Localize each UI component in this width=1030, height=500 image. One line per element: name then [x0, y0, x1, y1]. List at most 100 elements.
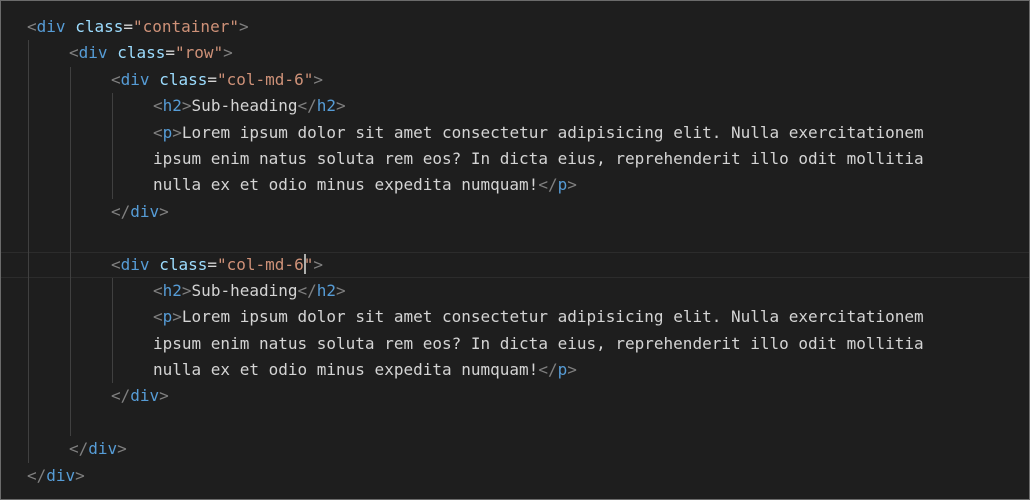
token-punctuation: < — [153, 96, 163, 116]
code-line[interactable] — [1, 225, 1029, 252]
token-tag-name: h2 — [316, 280, 337, 300]
code-line[interactable]: <h2>Sub-heading</h2> — [1, 93, 1029, 120]
code-line[interactable]: </div> — [1, 436, 1029, 463]
indent-guide — [70, 198, 71, 226]
token-tag-name: p — [162, 307, 173, 327]
indent-guide — [112, 357, 113, 384]
token-punctuation: </ — [69, 439, 89, 459]
token-punctuation: < — [111, 69, 121, 89]
code-line-content: </div> — [27, 463, 85, 489]
code-line[interactable]: ipsum enim natus soluta rem eos? In dict… — [1, 330, 1029, 358]
code-lines[interactable]: <div class="container"> <div class="row">… — [1, 14, 1029, 489]
token-punctuation: > — [336, 96, 346, 116]
code-line-content: </div> — [111, 199, 169, 225]
indent-guide — [70, 330, 71, 358]
indent-guide — [70, 225, 71, 252]
token-attribute-value: "row" — [175, 43, 224, 63]
token-punctuation: </ — [111, 201, 131, 221]
token-tag-name: div — [78, 43, 108, 63]
indent-guide — [28, 172, 29, 199]
code-line[interactable]: </div> — [1, 198, 1029, 226]
token-punctuation: > — [313, 254, 323, 274]
token-punctuation: > — [336, 280, 346, 300]
code-line[interactable]: nulla ex et odio minus expedita numquam!… — [1, 357, 1029, 384]
indent-guide — [112, 304, 113, 331]
token-attribute-name: class — [159, 254, 208, 274]
code-line[interactable]: </div> — [1, 383, 1029, 410]
indent-guide — [28, 251, 29, 278]
token-punctuation: > — [159, 386, 169, 406]
code-line-content: ipsum enim natus soluta rem eos? In dict… — [153, 146, 924, 172]
code-line[interactable] — [1, 409, 1029, 437]
token-punctuation: </ — [538, 360, 558, 380]
indent-guide — [112, 172, 113, 199]
code-line-content: <h2>Sub-heading</h2> — [153, 93, 346, 119]
code-line-content: nulla ex et odio minus expedita numquam!… — [153, 357, 577, 383]
code-line[interactable]: ipsum enim natus soluta rem eos? In dict… — [1, 145, 1029, 173]
token-tag-name: div — [130, 386, 160, 406]
code-line-content: </div> — [111, 383, 169, 409]
code-line[interactable]: nulla ex et odio minus expedita numquam!… — [1, 172, 1029, 199]
code-line[interactable]: <div class="row"> — [1, 40, 1029, 67]
code-line-content: <div class="col-md-6"> — [111, 252, 323, 278]
code-line-content: <div class="col-md-6"> — [111, 67, 323, 93]
token-punctuation: < — [111, 254, 121, 274]
indent-guide — [112, 330, 113, 358]
token-tag-name: h2 — [162, 280, 182, 300]
code-line[interactable]: </div> — [1, 463, 1029, 489]
indent-guide — [28, 330, 29, 358]
code-line[interactable]: <h2>Sub-heading</h2> — [1, 277, 1029, 305]
token-equals-sign: = — [165, 43, 175, 63]
token-equals-sign: = — [207, 69, 217, 89]
indent-guide — [70, 251, 71, 278]
token-punctuation: </ — [297, 280, 317, 300]
code-line-content: <p>Lorem ipsum dolor sit amet consectetu… — [153, 120, 924, 146]
token-tag-name: h2 — [316, 96, 337, 116]
indent-guide — [70, 357, 71, 384]
token-tag-name: div — [120, 69, 150, 89]
token-text: ipsum enim natus soluta rem eos? In dict… — [153, 333, 924, 353]
indent-guide — [70, 119, 71, 146]
code-line-current[interactable]: <div class="col-md-6"> — [1, 251, 1029, 278]
indent-guide — [112, 93, 113, 120]
token-punctuation: </ — [27, 465, 47, 485]
token-punctuation: > — [567, 175, 577, 195]
indent-guide — [28, 198, 29, 226]
indent-guide — [28, 409, 29, 437]
token-punctuation: > — [75, 465, 85, 485]
code-line-content: </div> — [69, 436, 127, 462]
code-line[interactable]: <p>Lorem ipsum dolor sit amet consectetu… — [1, 119, 1029, 146]
code-line[interactable]: <div class="container"> — [1, 14, 1029, 40]
token-text: ipsum enim natus soluta rem eos? In dict… — [153, 148, 924, 168]
token-punctuation: </ — [297, 96, 317, 116]
token-tag-name: div — [120, 254, 150, 274]
token-text: Sub-heading — [191, 280, 298, 300]
code-line-content: <h2>Sub-heading</h2> — [153, 278, 346, 304]
token-punctuation: > — [181, 280, 192, 300]
indent-guide — [28, 277, 29, 305]
token-punctuation: < — [69, 43, 79, 63]
token-punctuation: > — [223, 43, 233, 63]
indent-guide — [70, 66, 71, 94]
code-line-content: <div class="row"> — [69, 40, 233, 66]
indent-guide — [28, 357, 29, 384]
indent-guide — [28, 383, 29, 410]
indent-guide — [112, 277, 113, 305]
code-line[interactable]: <div class="col-md-6"> — [1, 66, 1029, 94]
indent-guide — [28, 93, 29, 120]
token-tag-name: h2 — [162, 96, 182, 116]
token-tag-name: div — [88, 439, 118, 459]
token-equals-sign: = — [207, 254, 217, 274]
token-tag-name: div — [36, 17, 66, 36]
indent-guide — [70, 145, 71, 173]
code-editor[interactable]: <div class="container"> <div class="row">… — [0, 0, 1030, 500]
token-attribute-value: " — [303, 254, 314, 274]
indent-guide — [28, 304, 29, 331]
code-line[interactable]: <p>Lorem ipsum dolor sit amet consectetu… — [1, 304, 1029, 331]
token-punctuation: > — [172, 122, 182, 142]
token-punctuation: > — [172, 307, 182, 327]
